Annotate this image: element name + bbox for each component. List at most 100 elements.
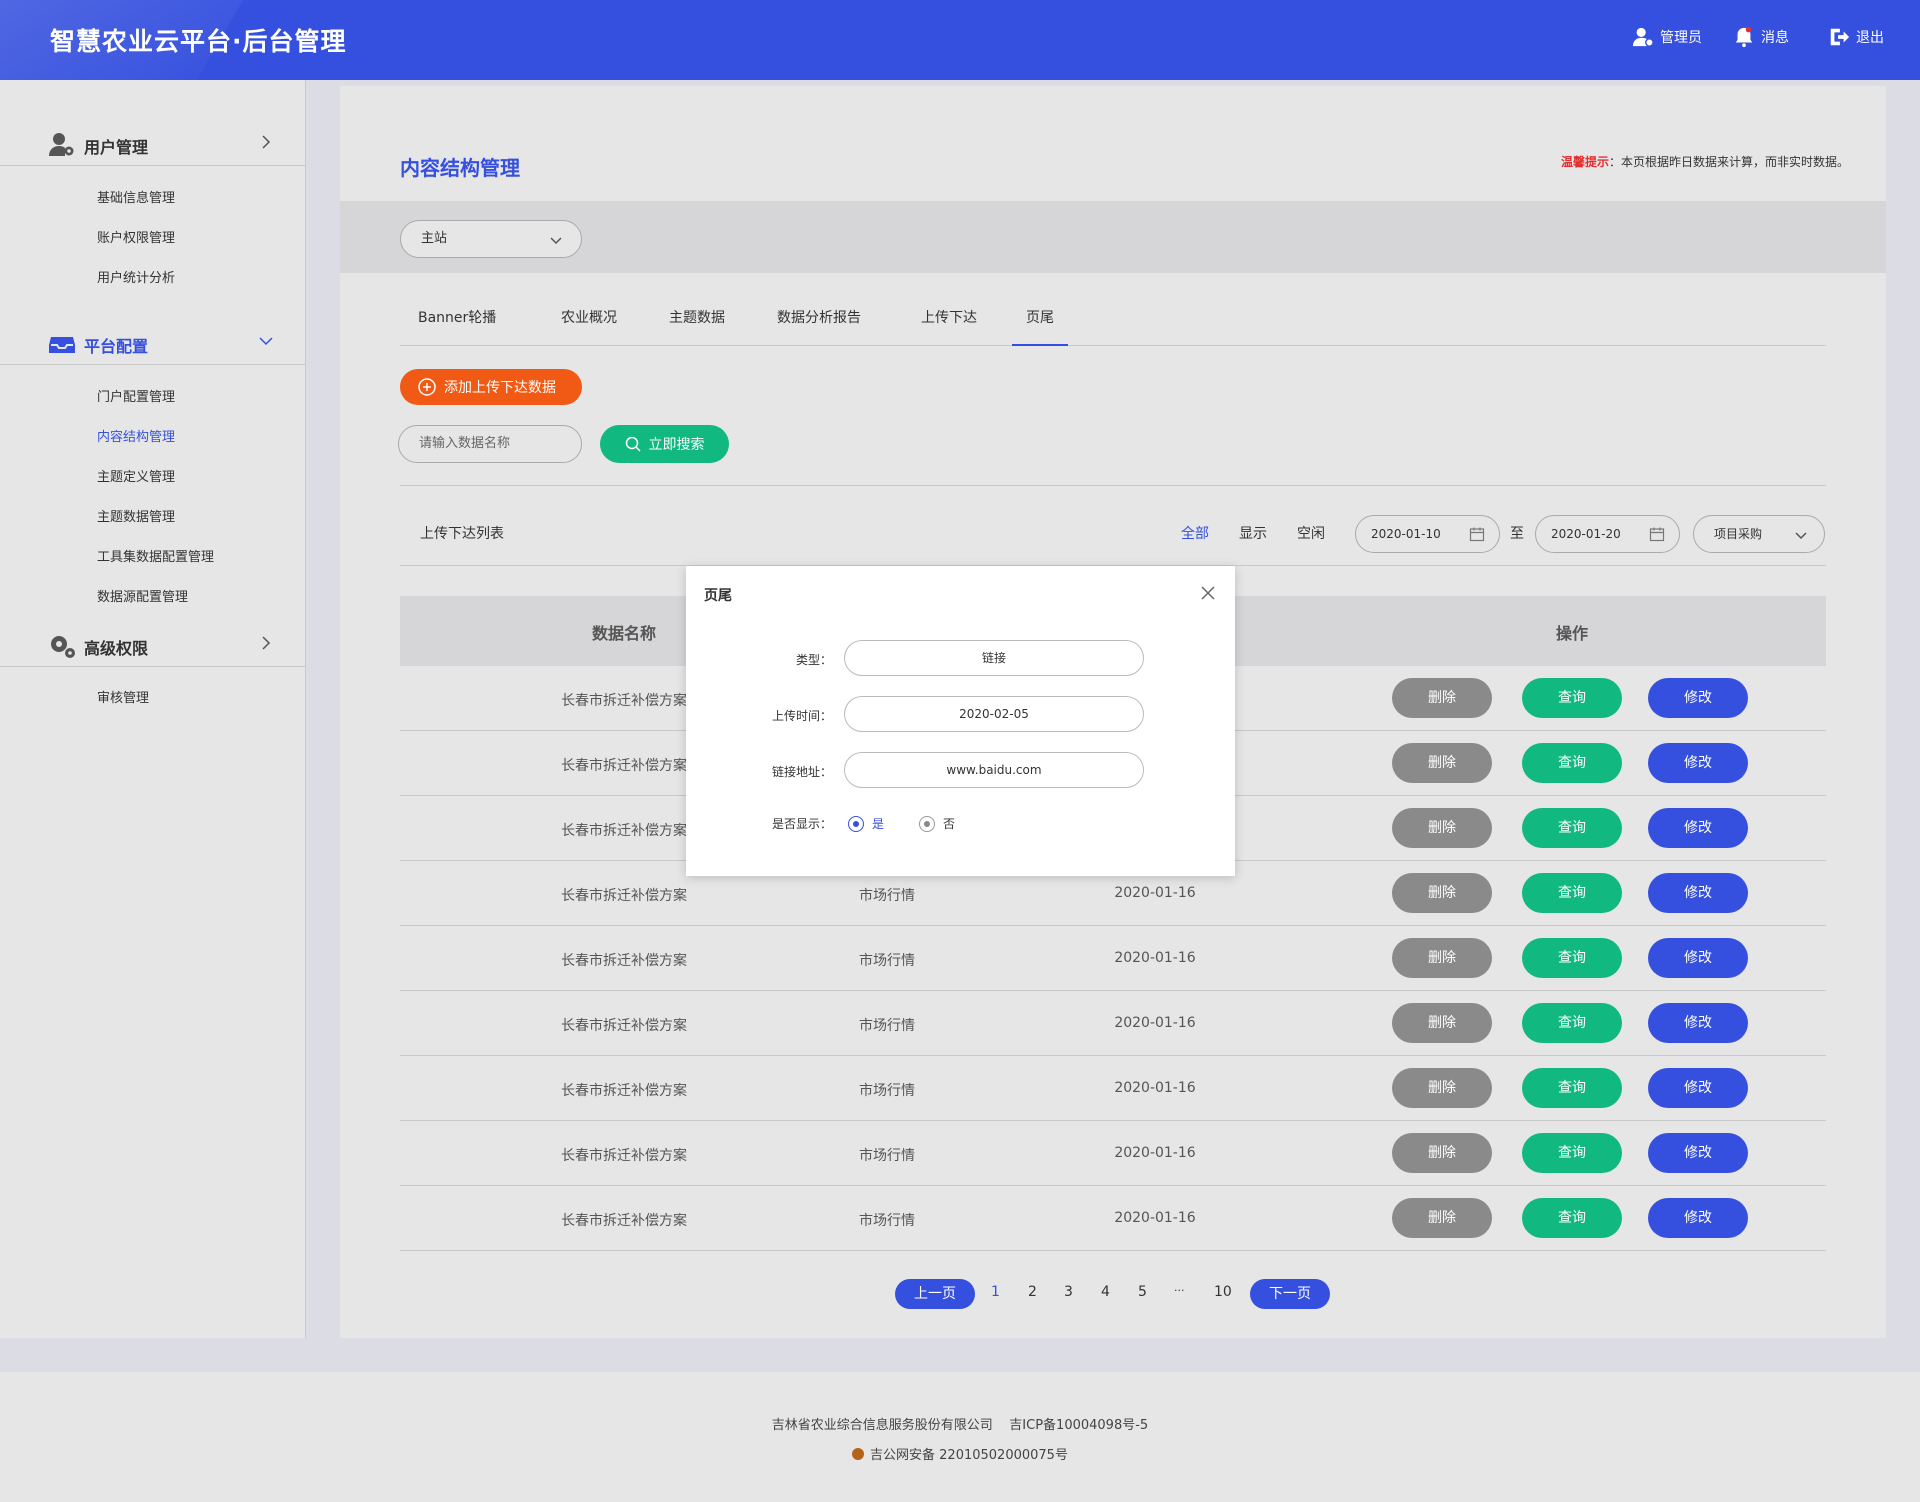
sidebar-item-account-permissions[interactable]: 账户权限管理 bbox=[97, 227, 175, 246]
sidebar-section-platform-config[interactable]: 平台配置 bbox=[0, 319, 305, 365]
calendar-icon bbox=[1649, 527, 1665, 542]
query-button[interactable]: 查询 bbox=[1522, 873, 1622, 913]
delete-button[interactable]: 删除 bbox=[1392, 938, 1492, 978]
filter-shown[interactable]: 显示 bbox=[1239, 523, 1267, 543]
search-input[interactable]: 请输入数据名称 bbox=[398, 425, 582, 463]
cell-date: 2020-01-16 bbox=[1114, 950, 1196, 966]
close-icon[interactable] bbox=[1199, 584, 1217, 602]
page-5[interactable]: 5 bbox=[1138, 1284, 1147, 1300]
chevron-right-icon bbox=[262, 636, 271, 650]
chevron-right-icon bbox=[262, 135, 271, 149]
cell-date: 2020-01-16 bbox=[1114, 885, 1196, 901]
link-url-label: 链接地址： bbox=[771, 765, 832, 779]
tab-theme-data[interactable]: 主题数据 bbox=[669, 306, 725, 346]
page-title: 内容结构管理 bbox=[400, 156, 520, 180]
filter-all[interactable]: 全部 bbox=[1181, 523, 1209, 543]
tab-footer[interactable]: 页尾 bbox=[1012, 306, 1068, 346]
sidebar-item-content-structure[interactable]: 内容结构管理 bbox=[97, 426, 175, 445]
calendar-icon bbox=[1469, 527, 1485, 542]
delete-button[interactable]: 删除 bbox=[1392, 743, 1492, 783]
app-title: 智慧农业云平台·后台管理 bbox=[50, 27, 347, 56]
messages-label: 消息 bbox=[1761, 30, 1789, 46]
sidebar-item-datasource-config[interactable]: 数据源配置管理 bbox=[97, 586, 188, 605]
next-page-button[interactable]: 下一页 bbox=[1250, 1279, 1330, 1309]
cell-type: 市场行情 bbox=[859, 1213, 915, 1229]
search-button[interactable]: 立即搜索 bbox=[600, 425, 729, 463]
project-select[interactable]: 项目采购 bbox=[1693, 515, 1825, 553]
user-gear-icon bbox=[49, 133, 74, 156]
type-field[interactable]: 链接 bbox=[844, 640, 1144, 676]
page-10[interactable]: 10 bbox=[1214, 1284, 1232, 1300]
delete-button[interactable]: 删除 bbox=[1392, 808, 1492, 848]
tip-text: ：本页根据昨日数据来计算，而非实时数据。 bbox=[1608, 155, 1849, 169]
table-row: 长春市拆迁补偿方案 市场行情 2020-01-16 删除 查询 修改 bbox=[400, 1186, 1826, 1251]
query-button[interactable]: 查询 bbox=[1522, 1068, 1622, 1108]
tab-analysis-report[interactable]: 数据分析报告 bbox=[777, 306, 861, 346]
filter-idle[interactable]: 空闲 bbox=[1297, 523, 1325, 543]
pagination: 上一页 1 2 3 4 5 ··· 10 下一页 bbox=[340, 1279, 1886, 1309]
sidebar-item-basic-info[interactable]: 基础信息管理 bbox=[97, 187, 175, 206]
edit-button[interactable]: 修改 bbox=[1648, 1198, 1748, 1238]
tab-banner[interactable]: Banner轮播 bbox=[418, 306, 496, 346]
page-3[interactable]: 3 bbox=[1064, 1284, 1073, 1300]
edit-button[interactable]: 修改 bbox=[1648, 873, 1748, 913]
edit-button[interactable]: 修改 bbox=[1648, 808, 1748, 848]
sidebar-item-toolset-data[interactable]: 工具集数据配置管理 bbox=[97, 546, 214, 565]
date-to-input[interactable]: 2020-01-20 bbox=[1535, 515, 1680, 553]
sidebar-section-label: 高级权限 bbox=[84, 639, 149, 658]
query-button[interactable]: 查询 bbox=[1522, 1198, 1622, 1238]
page-1[interactable]: 1 bbox=[991, 1284, 1000, 1300]
footer-police-record: 吉公网安备 22010502000075号 bbox=[0, 1444, 1920, 1463]
sidebar-section-user-management[interactable]: 用户管理 bbox=[0, 120, 305, 166]
edit-button[interactable]: 修改 bbox=[1648, 1133, 1748, 1173]
sidebar-item-theme-definition[interactable]: 主题定义管理 bbox=[97, 466, 175, 485]
messages-button[interactable]: 消息 bbox=[1733, 26, 1789, 48]
page-ellipsis: ··· bbox=[1174, 1284, 1185, 1297]
query-button[interactable]: 查询 bbox=[1522, 1003, 1622, 1043]
site-select[interactable]: 主站 bbox=[400, 220, 582, 258]
delete-button[interactable]: 删除 bbox=[1392, 873, 1492, 913]
sidebar-section-label: 平台配置 bbox=[84, 337, 149, 356]
delete-button[interactable]: 删除 bbox=[1392, 678, 1492, 718]
date-from-input[interactable]: 2020-01-10 bbox=[1355, 515, 1500, 553]
cell-date: 2020-01-16 bbox=[1114, 1015, 1196, 1031]
delete-button[interactable]: 删除 bbox=[1392, 1003, 1492, 1043]
admin-button[interactable]: 管理员 bbox=[1632, 26, 1702, 48]
content-tabs: Banner轮播 农业概况 主题数据 数据分析报告 上传下达 页尾 bbox=[400, 306, 1826, 346]
display-no-radio[interactable]: 否 bbox=[919, 815, 955, 832]
sidebar-item-theme-data[interactable]: 主题数据管理 bbox=[97, 506, 175, 525]
edit-button[interactable]: 修改 bbox=[1648, 743, 1748, 783]
page-2[interactable]: 2 bbox=[1028, 1284, 1037, 1300]
edit-button[interactable]: 修改 bbox=[1648, 1003, 1748, 1043]
sidebar-section-advanced-permissions[interactable]: 高级权限 bbox=[0, 621, 305, 667]
edit-button[interactable]: 修改 bbox=[1648, 1068, 1748, 1108]
tab-upload-download[interactable]: 上传下达 bbox=[921, 306, 977, 346]
query-button[interactable]: 查询 bbox=[1522, 743, 1622, 783]
cell-name: 长春市拆迁补偿方案 bbox=[561, 1018, 687, 1034]
page-4[interactable]: 4 bbox=[1101, 1284, 1110, 1300]
logout-button[interactable]: 退出 bbox=[1828, 26, 1884, 48]
add-data-button[interactable]: 添加上传下达数据 bbox=[400, 369, 582, 405]
delete-button[interactable]: 删除 bbox=[1392, 1068, 1492, 1108]
inbox-icon bbox=[49, 337, 75, 353]
sidebar-item-portal-config[interactable]: 门户配置管理 bbox=[97, 386, 175, 405]
query-button[interactable]: 查询 bbox=[1522, 938, 1622, 978]
delete-button[interactable]: 删除 bbox=[1392, 1198, 1492, 1238]
link-url-field[interactable]: www.baidu.com bbox=[844, 752, 1144, 788]
prev-page-button[interactable]: 上一页 bbox=[895, 1279, 975, 1309]
sidebar-item-audit[interactable]: 审核管理 bbox=[97, 687, 149, 706]
display-yes-radio[interactable]: 是 bbox=[848, 815, 884, 832]
tab-agri-overview[interactable]: 农业概况 bbox=[561, 306, 617, 346]
query-button[interactable]: 查询 bbox=[1522, 1133, 1622, 1173]
query-button[interactable]: 查询 bbox=[1522, 808, 1622, 848]
sidebar-item-user-stats[interactable]: 用户统计分析 bbox=[97, 267, 175, 286]
query-button[interactable]: 查询 bbox=[1522, 678, 1622, 718]
delete-button[interactable]: 删除 bbox=[1392, 1133, 1492, 1173]
logout-label: 退出 bbox=[1856, 30, 1884, 46]
edit-button[interactable]: 修改 bbox=[1648, 938, 1748, 978]
date-to-value: 2020-01-20 bbox=[1551, 527, 1621, 541]
upload-time-field[interactable]: 2020-02-05 bbox=[844, 696, 1144, 732]
footer-police-text: 吉公网安备 22010502000075号 bbox=[870, 1448, 1068, 1463]
header-actions: 操作 bbox=[1555, 624, 1588, 643]
edit-button[interactable]: 修改 bbox=[1648, 678, 1748, 718]
